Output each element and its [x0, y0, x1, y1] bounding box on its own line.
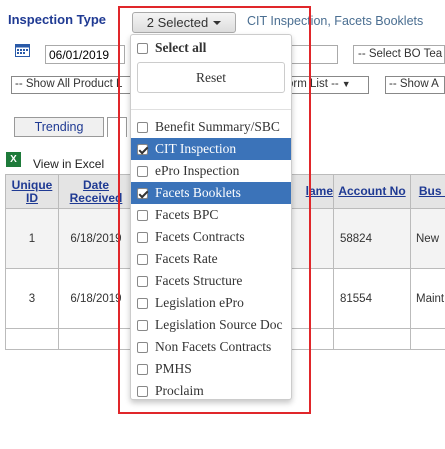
dropdown-arrow-icon: ▼: [341, 79, 351, 89]
cell-account-no: 58824: [333, 208, 411, 269]
column-header-bus-type[interactable]: Bus T: [410, 174, 445, 209]
cell-unique-id: 3: [5, 268, 59, 329]
column-header-account-no[interactable]: Account No: [333, 174, 411, 209]
excel-icon[interactable]: X: [6, 152, 21, 167]
tab-trending[interactable]: Trending: [14, 117, 104, 137]
date-input[interactable]: [45, 45, 125, 64]
cell-bus-type: New: [410, 208, 445, 269]
column-header-unique-id[interactable]: Unique ID: [5, 174, 59, 209]
cell-unique-id: 1: [5, 208, 59, 269]
view-in-excel-link[interactable]: View in Excel: [33, 157, 104, 171]
cell-bus-type: Maint: [410, 268, 445, 329]
product-select[interactable]: -- Show All Product L: [11, 76, 131, 94]
inspection-type-label: Inspection Type: [8, 12, 106, 27]
highlight-box: [118, 6, 311, 414]
bo-team-select[interactable]: -- Select BO Tea: [353, 45, 445, 64]
cell-account-no: 81554: [333, 268, 411, 329]
calendar-icon[interactable]: [15, 43, 30, 57]
show-all-select[interactable]: -- Show A: [385, 76, 445, 94]
